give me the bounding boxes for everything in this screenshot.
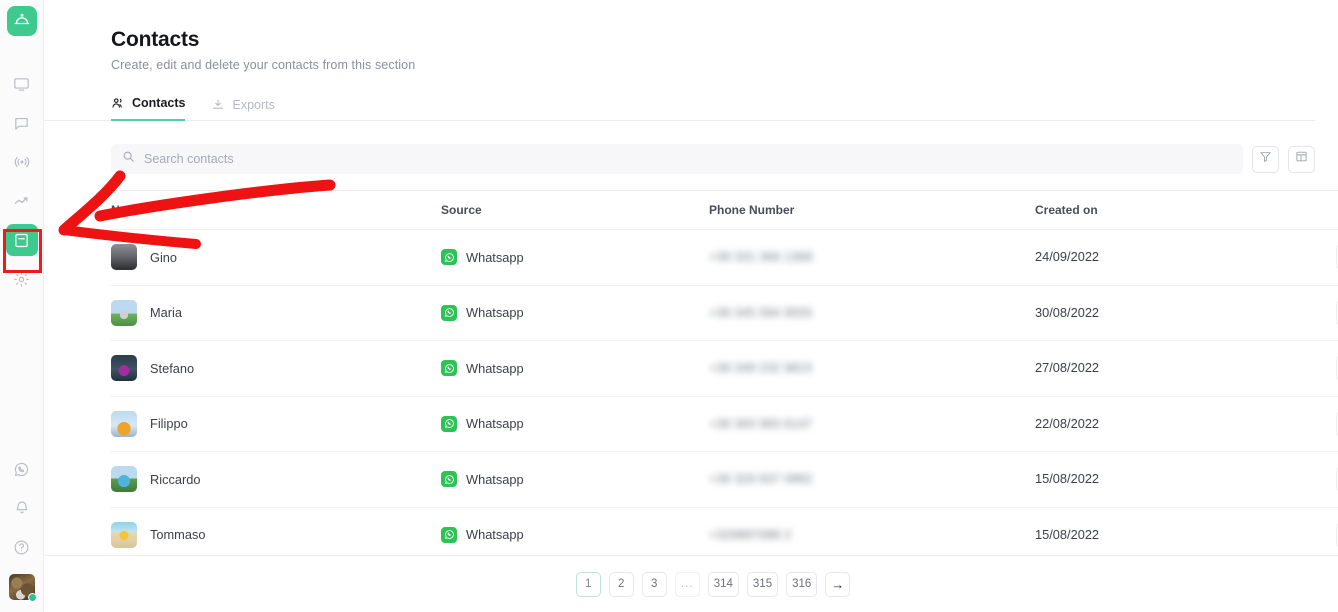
sidebar-item-whatsapp[interactable] bbox=[6, 453, 38, 485]
contact-name: Riccardo bbox=[150, 472, 201, 487]
pagination-next-button[interactable]: → bbox=[825, 572, 850, 597]
monitor-icon bbox=[13, 76, 30, 93]
contact-source: Whatsapp bbox=[466, 250, 524, 265]
contact-name: Stefano bbox=[150, 361, 194, 376]
column-header-source: Source bbox=[441, 203, 709, 217]
sidebar-item-analytics[interactable] bbox=[6, 185, 38, 217]
broadcast-icon bbox=[13, 153, 31, 171]
contacts-book-icon bbox=[13, 232, 30, 249]
whatsapp-icon bbox=[441, 416, 457, 432]
search-placeholder: Search contacts bbox=[144, 152, 234, 166]
tab-exports-label: Exports bbox=[232, 98, 274, 112]
table-body: Gino Whatsapp +39 331 366 1368 24/09/2022 Ma… bbox=[111, 229, 1338, 562]
contact-name: Maria bbox=[150, 305, 182, 320]
online-status-dot bbox=[28, 593, 37, 602]
pagination-ellipsis: ... bbox=[675, 572, 700, 597]
bell-icon bbox=[14, 500, 30, 516]
table-header-row: Name Source Phone Number Created on bbox=[111, 191, 1338, 229]
table-row[interactable]: Stefano Whatsapp +39 349 232 9815 27/08/202… bbox=[111, 340, 1338, 396]
contact-created-on: 24/09/2022 bbox=[1035, 249, 1099, 264]
pagination-page-button[interactable]: 2 bbox=[609, 572, 634, 597]
contact-phone: +39 349 232 9815 bbox=[709, 360, 813, 375]
sidebar bbox=[0, 0, 44, 612]
contact-avatar bbox=[111, 466, 137, 492]
pagination-page-button[interactable]: 1 bbox=[576, 572, 601, 597]
whatsapp-icon bbox=[441, 360, 457, 376]
sidebar-item-notifications[interactable] bbox=[6, 492, 38, 524]
table-columns-icon bbox=[1295, 150, 1308, 168]
sidebar-item-chat[interactable] bbox=[6, 107, 38, 139]
contact-phone: +329887088 2 bbox=[709, 527, 791, 542]
sidebar-item-settings[interactable] bbox=[6, 263, 38, 295]
pagination-page-button[interactable]: 314 bbox=[708, 572, 739, 597]
download-icon bbox=[211, 98, 225, 112]
contact-created-on: 22/08/2022 bbox=[1035, 416, 1099, 431]
tab-bar: Contacts Exports bbox=[44, 95, 1315, 121]
pagination-page-button[interactable]: 315 bbox=[747, 572, 778, 597]
app-logo[interactable] bbox=[7, 6, 37, 36]
contact-avatar bbox=[111, 300, 137, 326]
filter-button[interactable] bbox=[1252, 146, 1279, 173]
table-row[interactable]: Maria Whatsapp +39 345 584 9555 30/08/2022 bbox=[111, 285, 1338, 341]
search-icon bbox=[122, 150, 135, 168]
contact-created-on: 15/08/2022 bbox=[1035, 527, 1099, 542]
columns-button[interactable] bbox=[1288, 146, 1315, 173]
column-header-name: Name bbox=[111, 203, 441, 217]
whatsapp-icon bbox=[13, 461, 30, 478]
sidebar-item-help[interactable] bbox=[6, 531, 38, 563]
whatsapp-icon bbox=[441, 527, 457, 543]
contact-phone: +39 393 983 6147 bbox=[709, 416, 813, 431]
column-header-created: Created on bbox=[1035, 203, 1305, 217]
contact-avatar bbox=[111, 355, 137, 381]
filter-funnel-icon bbox=[1259, 150, 1272, 168]
chat-bubble-icon bbox=[13, 115, 30, 132]
pagination: 123... 314 315 316 → bbox=[44, 555, 1338, 612]
contact-avatar bbox=[111, 411, 137, 437]
pagination-page-button[interactable]: 316 bbox=[786, 572, 817, 597]
people-icon bbox=[111, 96, 125, 110]
contact-source: Whatsapp bbox=[466, 472, 524, 487]
contacts-table: Name Source Phone Number Created on Gino… bbox=[111, 190, 1338, 562]
sidebar-item-monitor[interactable] bbox=[6, 68, 38, 100]
table-row[interactable]: Gino Whatsapp +39 331 366 1368 24/09/2022 bbox=[111, 229, 1338, 285]
table-row[interactable]: Filippo Whatsapp +39 393 983 6147 22/08/202… bbox=[111, 396, 1338, 452]
contact-source: Whatsapp bbox=[466, 361, 524, 376]
contact-phone: +39 345 584 9555 bbox=[709, 305, 813, 320]
trending-up-icon bbox=[13, 192, 31, 210]
pagination-page-button[interactable]: 3 bbox=[642, 572, 667, 597]
column-header-phone: Phone Number bbox=[709, 203, 1035, 217]
contact-source: Whatsapp bbox=[466, 305, 524, 320]
whatsapp-icon bbox=[441, 305, 457, 321]
service-bell-icon bbox=[13, 10, 31, 33]
tab-contacts[interactable]: Contacts bbox=[111, 96, 185, 121]
contact-name: Gino bbox=[150, 250, 177, 265]
contact-avatar bbox=[111, 522, 137, 548]
whatsapp-icon bbox=[441, 249, 457, 265]
contact-source: Whatsapp bbox=[466, 416, 524, 431]
search-input[interactable]: Search contacts bbox=[111, 144, 1243, 174]
tab-exports[interactable]: Exports bbox=[211, 98, 274, 121]
page-title: Contacts bbox=[111, 28, 1338, 52]
contact-source: Whatsapp bbox=[466, 527, 524, 542]
contact-phone: +39 331 366 1368 bbox=[709, 249, 813, 264]
contact-name: Tommaso bbox=[150, 527, 205, 542]
contact-created-on: 15/08/2022 bbox=[1035, 471, 1099, 486]
contact-created-on: 27/08/2022 bbox=[1035, 360, 1099, 375]
gear-icon bbox=[13, 271, 30, 288]
toolbar: Search contacts bbox=[111, 144, 1315, 174]
whatsapp-icon bbox=[441, 471, 457, 487]
contact-phone: +39 329 837 0882 bbox=[709, 471, 813, 486]
main-content: Contacts Create, edit and delete your co… bbox=[44, 0, 1338, 612]
sidebar-user-avatar[interactable] bbox=[9, 574, 35, 600]
table-row[interactable]: Tommaso Whatsapp +329887088 2 15/08/2022 bbox=[111, 507, 1338, 563]
sidebar-item-broadcast[interactable] bbox=[6, 146, 38, 178]
contact-avatar bbox=[111, 244, 137, 270]
help-circle-icon bbox=[13, 539, 30, 556]
tab-contacts-label: Contacts bbox=[132, 96, 185, 110]
table-row[interactable]: Riccardo Whatsapp +39 329 837 0882 15/08/20… bbox=[111, 451, 1338, 507]
page-subtitle: Create, edit and delete your contacts fr… bbox=[111, 58, 1338, 72]
contact-created-on: 30/08/2022 bbox=[1035, 305, 1099, 320]
sidebar-item-contacts[interactable] bbox=[6, 224, 38, 256]
contact-name: Filippo bbox=[150, 416, 188, 431]
